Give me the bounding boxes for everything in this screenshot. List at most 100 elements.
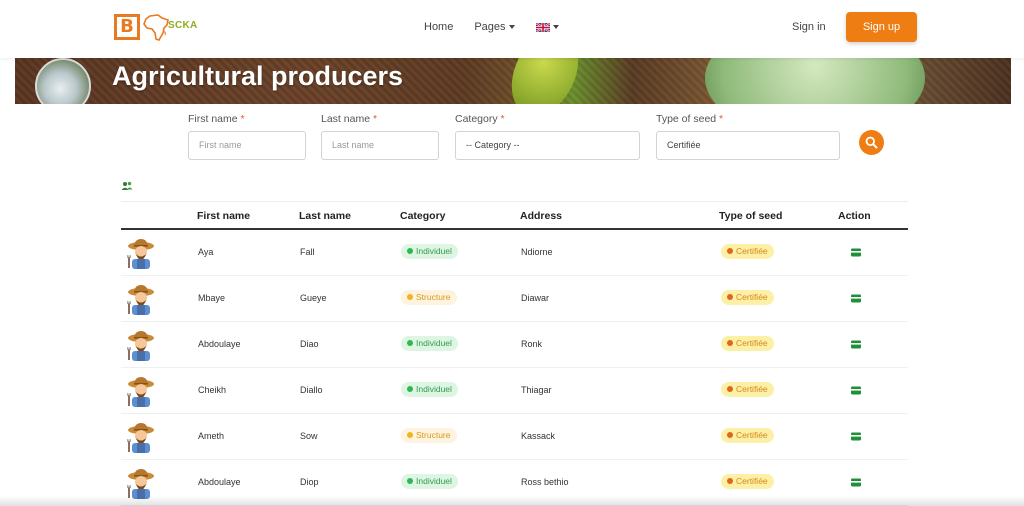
address-cell: Kassack [521,431,556,441]
status-dot-icon [727,478,733,484]
nav-links: Home Pages [424,21,580,33]
last-name-cell: Fall [300,247,315,257]
category-badge: Individuel [401,244,458,259]
table-row[interactable]: Abdoulaye Diao Individuel Ronk Certifiée [121,322,908,368]
status-dot-icon [407,432,413,438]
bottom-shadow [0,496,1024,506]
category-badge: Structure [401,290,457,305]
first-name-filter: First name * First name [188,113,306,160]
nav-pages[interactable]: Pages [474,21,515,33]
last-name-cell: Diop [300,477,319,487]
col-category[interactable]: Category [400,210,446,222]
card-icon[interactable] [851,248,861,257]
top-navbar: B SCKA Home Pages Sign in Sign up [0,0,1024,58]
first-name-cell: Ameth [198,431,225,441]
last-name-cell: Sow [300,431,318,441]
status-dot-icon [407,294,413,300]
status-dot-icon [407,386,413,392]
address-cell: Thiagar [521,385,552,395]
col-first-name[interactable]: First name [197,210,250,222]
table-row[interactable]: Mbaye Gueye Structure Diawar Certifiée [121,276,908,322]
card-icon[interactable] [851,432,861,441]
seed-filter: Type of seed * Certifiée [656,113,840,160]
page-title: Agricultural producers [112,61,404,91]
status-dot-icon [407,248,413,254]
first-name-cell: Aya [198,247,214,257]
card-icon[interactable] [851,294,861,303]
last-name-filter: Last name * Last name [321,113,439,160]
first-name-label: First name * [188,113,245,125]
address-cell: Diawar [521,293,550,303]
logo-text: SCKA [168,20,198,31]
table-row[interactable]: Aya Fall Individuel Ndiorne Certifiée [121,230,908,276]
category-badge: Individuel [401,382,458,397]
chevron-down-icon [508,25,515,30]
uk-flag-icon [535,22,550,32]
farmer-avatar-icon [127,285,154,315]
language-selector[interactable] [535,21,559,33]
seed-badge: Certifiée [721,474,774,489]
category-filter: Category * -- Category -- [455,113,640,160]
sign-up-button[interactable]: Sign up [846,12,917,42]
col-action: Action [838,210,871,222]
col-address[interactable]: Address [520,210,562,222]
last-name-input[interactable]: Last name [321,131,439,160]
africa-logo-icon: SCKA [142,14,198,41]
seed-badge: Certifiée [721,382,774,397]
card-icon[interactable] [851,478,861,487]
farmer-avatar-icon [127,239,154,269]
status-dot-icon [727,294,733,300]
first-name-cell: Mbaye [198,293,226,303]
page-banner: Agricultural producers [15,58,1011,104]
seed-badge: Certifiée [721,290,774,305]
status-dot-icon [727,248,733,254]
first-name-cell: Cheikh [198,385,227,395]
status-dot-icon [407,340,413,346]
farmer-avatar-icon [127,377,154,407]
producers-table: First name Last name Category Address Ty… [121,201,908,506]
status-dot-icon [727,340,733,346]
seed-select[interactable]: Certifiée [656,131,840,160]
first-name-cell: Abdoulaye [198,477,241,487]
last-name-cell: Diallo [300,385,323,395]
col-seed[interactable]: Type of seed [719,210,782,222]
table-row[interactable]: Cheikh Diallo Individuel Thiagar Certifi… [121,368,908,414]
nav-home[interactable]: Home [424,21,453,33]
seed-badge: Certifiée [721,428,774,443]
status-dot-icon [407,478,413,484]
chevron-down-icon [552,25,559,30]
last-name-cell: Diao [300,339,319,349]
col-last-name[interactable]: Last name [299,210,351,222]
farmer-avatar-icon [127,423,154,453]
seed-label: Type of seed * [656,113,724,125]
address-cell: Ndiorne [521,247,553,257]
leaf-image [705,58,925,104]
card-icon[interactable] [851,340,861,349]
address-cell: Ross bethio [521,477,569,487]
farmer-avatar-icon [127,469,154,499]
users-group-icon[interactable] [121,181,133,191]
table-row[interactable]: Ameth Sow Structure Kassack Certifiée [121,414,908,460]
card-icon[interactable] [851,386,861,395]
category-select[interactable]: -- Category -- [455,131,640,160]
search-button[interactable] [859,130,884,155]
category-badge: Individuel [401,336,458,351]
nav-pages-label: Pages [474,21,506,33]
first-name-input[interactable]: First name [188,131,306,160]
seed-badge: Certifiée [721,244,774,259]
last-name-label: Last name * [321,113,378,125]
sign-in-link[interactable]: Sign in [792,21,826,33]
search-icon [865,136,878,149]
farmer-avatar-icon [127,331,154,361]
category-badge: Structure [401,428,457,443]
last-name-cell: Gueye [300,293,327,303]
table-header: First name Last name Category Address Ty… [121,201,908,230]
status-dot-icon [727,432,733,438]
logo-letter: B [114,14,140,40]
seed-badge: Certifiée [721,336,774,351]
first-name-cell: Abdoulaye [198,339,241,349]
category-label: Category * [455,113,505,125]
brand-logo[interactable]: B SCKA [114,14,198,41]
status-dot-icon [727,386,733,392]
address-cell: Ronk [521,339,543,349]
